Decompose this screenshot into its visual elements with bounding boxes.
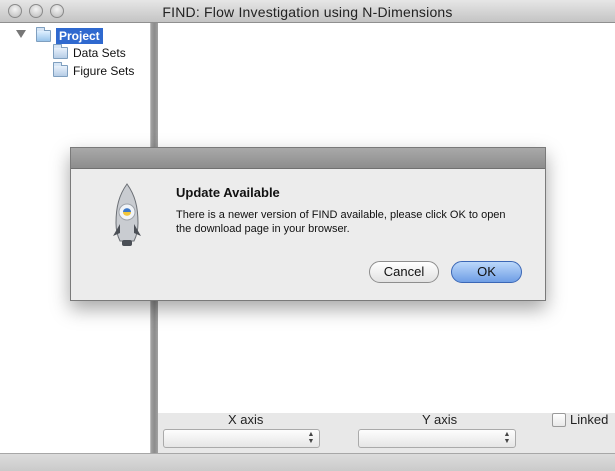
x-axis-label: X axis — [228, 412, 264, 427]
dialog-title: Update Available — [176, 185, 280, 200]
open-folder-icon — [36, 27, 51, 42]
folder-icon — [53, 44, 68, 59]
title-bar: FIND: Flow Investigation using N-Dimensi… — [0, 0, 615, 23]
y-axis-select[interactable]: ▲ ▼ — [358, 429, 516, 448]
x-axis-select[interactable]: ▲ ▼ — [163, 429, 320, 448]
stepper-arrows-icon: ▲ ▼ — [307, 431, 315, 445]
tree-item-figure-sets[interactable]: Figure Sets — [53, 62, 135, 79]
main-window: FIND: Flow Investigation using N-Dimensi… — [0, 0, 615, 471]
linked-label: Linked — [570, 412, 609, 427]
folder-icon — [53, 62, 68, 77]
stepper-arrows-icon: ▲ ▼ — [503, 431, 511, 445]
tree-item-label: Figure Sets — [73, 64, 135, 78]
cancel-button[interactable]: Cancel — [369, 261, 439, 283]
tree-item-data-sets[interactable]: Data Sets — [53, 44, 126, 61]
ok-button[interactable]: OK — [451, 261, 522, 283]
rocket-icon — [113, 183, 141, 246]
dialog-message: There is a newer version of FIND availab… — [176, 209, 506, 235]
dialog-header-bar — [71, 148, 545, 169]
tree-item-label: Data Sets — [73, 46, 126, 60]
disclosure-triangle-icon[interactable] — [16, 30, 26, 38]
y-axis-label: Y axis — [422, 412, 458, 427]
tree-item-project[interactable]: Project — [36, 27, 103, 44]
status-bar — [0, 453, 615, 471]
tree-item-label: Project — [56, 28, 103, 44]
update-dialog: Update Available There is a newer versio… — [70, 147, 546, 301]
linked-checkbox[interactable] — [552, 413, 566, 427]
window-title: FIND: Flow Investigation using N-Dimensi… — [162, 4, 453, 20]
